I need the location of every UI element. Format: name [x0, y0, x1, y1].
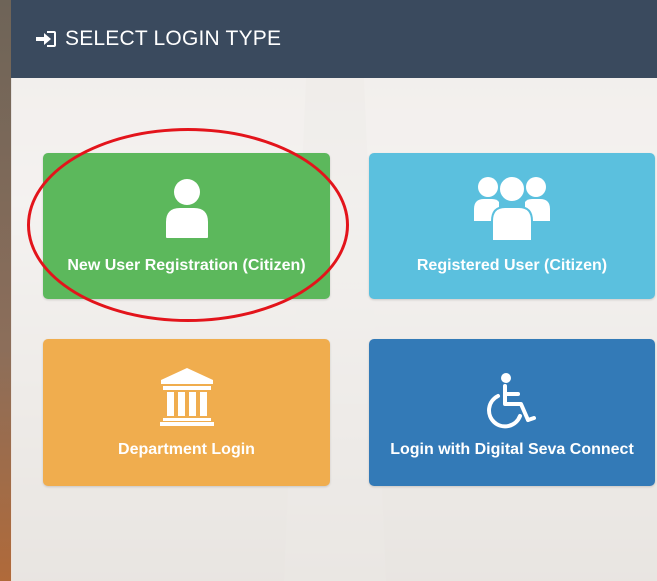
digital-seva-connect-label: Login with Digital Seva Connect: [390, 441, 634, 458]
digital-seva-connect-button[interactable]: Login with Digital Seva Connect: [369, 339, 655, 486]
new-user-registration-label: New User Registration (Citizen): [67, 257, 306, 274]
wheelchair-icon: [486, 372, 538, 435]
registered-user-button[interactable]: Registered User (Citizen): [369, 153, 655, 299]
institution-icon: [159, 367, 215, 432]
header-title: SELECT LOGIN TYPE: [65, 27, 282, 50]
users-group-icon: [473, 169, 551, 248]
department-login-label: Department Login: [118, 441, 255, 458]
panel-header: SELECT LOGIN TYPE: [11, 0, 657, 78]
user-icon: [163, 177, 211, 244]
registered-user-label: Registered User (Citizen): [416, 257, 608, 274]
new-user-registration-button[interactable]: New User Registration (Citizen): [43, 153, 330, 299]
sign-in-icon: [35, 30, 57, 48]
department-login-button[interactable]: Department Login: [43, 339, 330, 486]
